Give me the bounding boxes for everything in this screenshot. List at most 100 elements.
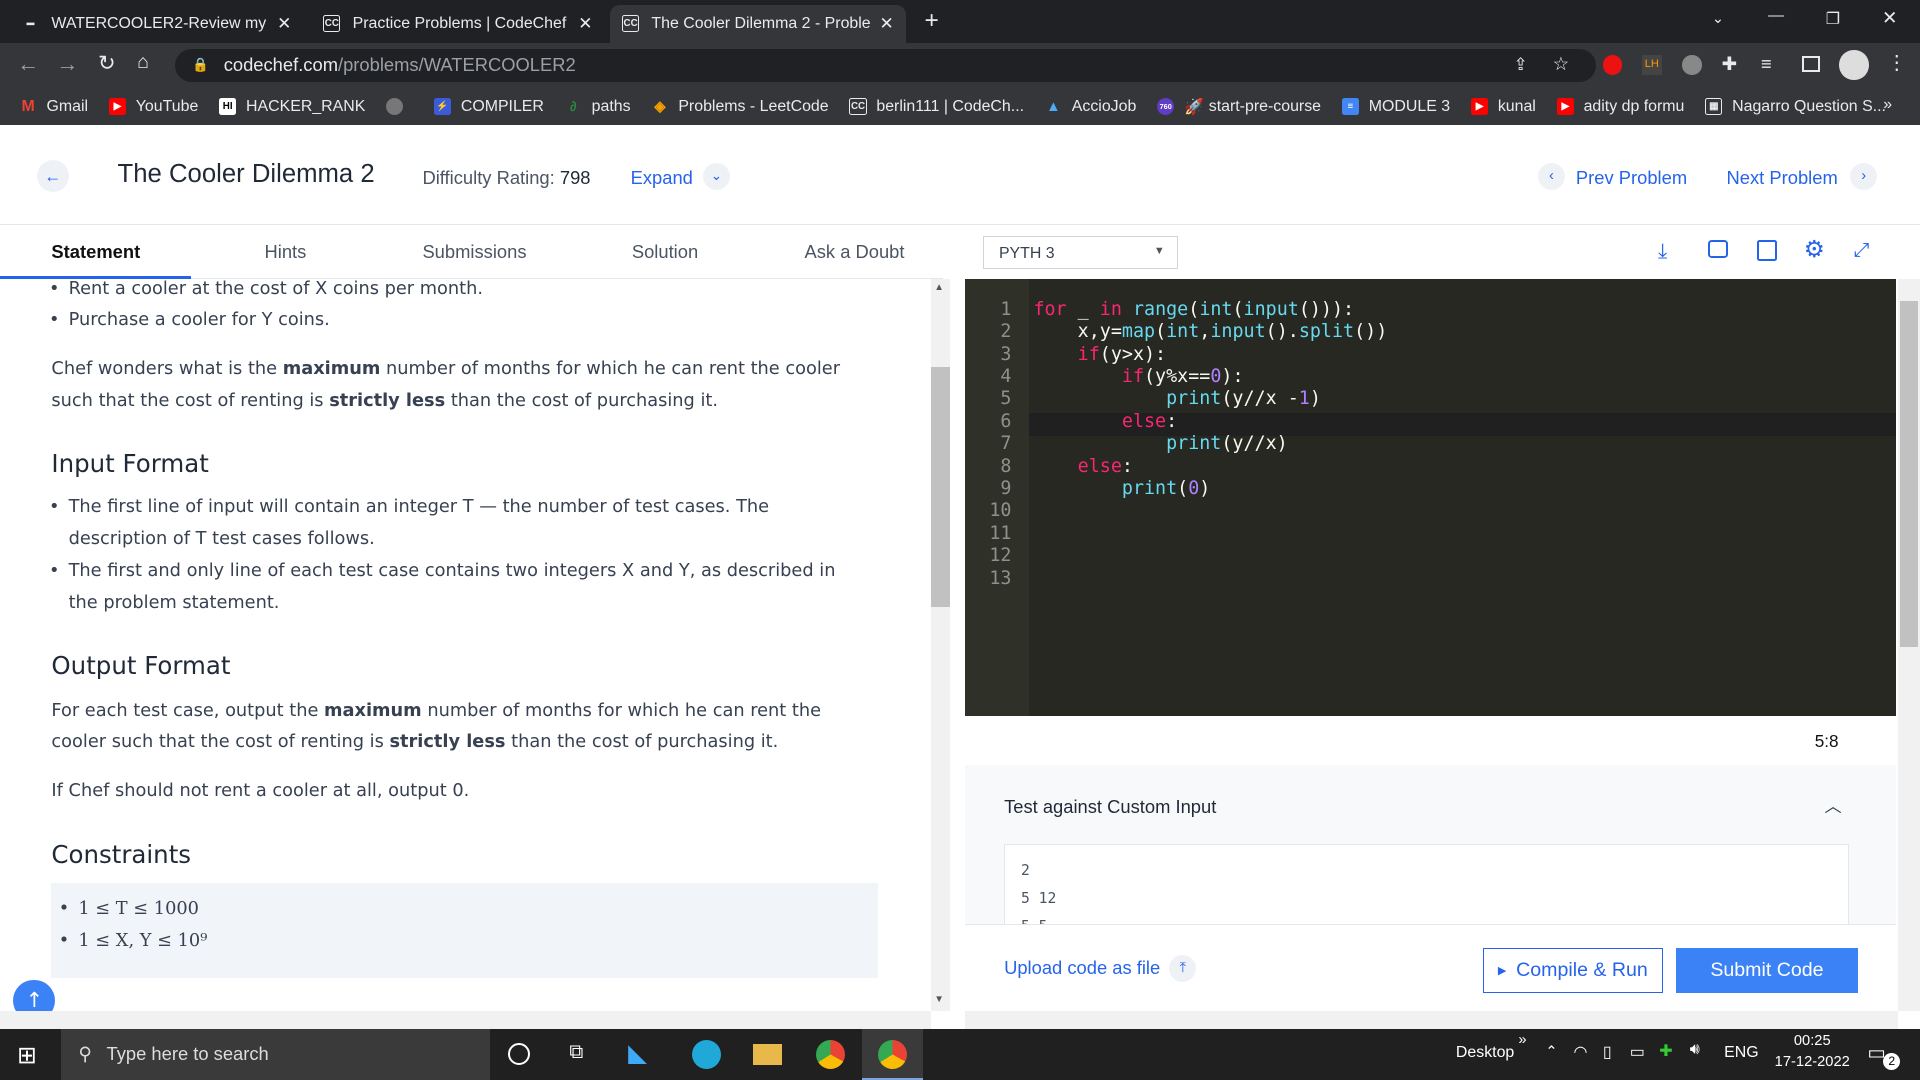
forward-icon[interactable]: →	[56, 51, 78, 77]
bookmark-kunal[interactable]: ▶ kunal	[1470, 98, 1536, 116]
bookmark-codechef[interactable]: CC berlin111 | CodeCh...	[849, 98, 1024, 116]
home-icon[interactable]: ⌂	[137, 51, 149, 74]
collapse-chevron-icon[interactable]: ︿	[1824, 792, 1841, 817]
browser-tab-3[interactable]: CC The Cooler Dilemma 2 - Problem ✕	[609, 4, 907, 43]
bookmark-compiler[interactable]: ⚡ COMPILER	[433, 98, 544, 116]
security-icon[interactable]: ✚	[1659, 1041, 1672, 1061]
chevron-left-icon[interactable]: ‹	[1537, 162, 1565, 190]
side-panel-icon[interactable]	[1802, 56, 1820, 73]
compile-run-button[interactable]: ▶ Compile & Run	[1482, 947, 1663, 993]
toolbar-expand-icon[interactable]: »	[1518, 1032, 1526, 1048]
next-problem-button[interactable]: Next Problem	[1727, 167, 1838, 189]
network-icon[interactable]: ▭	[1630, 1042, 1645, 1062]
scrollbar-thumb[interactable]	[1900, 301, 1918, 647]
chrome-icon[interactable]	[815, 1039, 845, 1069]
statement-bullet-rent: Rent a cooler at the cost of X coins per…	[49, 279, 865, 306]
close-tab-icon[interactable]: ✕	[578, 13, 592, 34]
statement-scrollbar[interactable]: ▲ ▼	[930, 279, 951, 1012]
task-view-icon[interactable]: ⧉	[569, 1041, 583, 1064]
extension-icon[interactable]	[1602, 55, 1623, 75]
bookmark-acciojob[interactable]: ▲ AccioJob	[1045, 98, 1136, 116]
chevron-right-icon[interactable]: ›	[1850, 162, 1878, 190]
new-tab-icon[interactable]: +	[924, 7, 938, 35]
battery-icon[interactable]: ▯	[1603, 1042, 1612, 1062]
input-format-item: The first and only line of each test cas…	[49, 556, 865, 620]
reload-icon[interactable]: ↻	[98, 51, 115, 76]
submit-code-button[interactable]: Submit Code	[1676, 947, 1858, 993]
chevron-down-icon[interactable]: ⌄	[702, 162, 730, 190]
vscode-icon[interactable]: ◣	[628, 1038, 647, 1068]
show-hidden-icons-icon[interactable]: ⌃	[1545, 1043, 1557, 1060]
minimize-icon[interactable]: —	[1768, 7, 1784, 25]
tab-solution[interactable]: Solution	[632, 241, 698, 263]
upload-arrow-icon[interactable]: ⤒	[1169, 954, 1197, 982]
bookmark-paths[interactable]: ∂ paths	[565, 98, 631, 116]
bookmark-module3[interactable]: ≡ MODULE 3	[1341, 98, 1450, 116]
code-editor[interactable]: 1 2 3 4 5 6 7 8 9 10 11 12 13 for _ in range(int(inp…	[964, 279, 1896, 717]
back-icon[interactable]: ←	[17, 51, 39, 77]
prev-problem-button[interactable]: Prev Problem	[1576, 167, 1687, 189]
profile-avatar[interactable]	[1839, 50, 1869, 80]
cortana-icon[interactable]	[508, 1043, 531, 1066]
editor-scrollbar[interactable]	[1897, 279, 1920, 1012]
extension-icon[interactable]	[1682, 55, 1703, 75]
settings-gear-icon[interactable]: ⚙	[1804, 236, 1825, 263]
fullscreen-icon[interactable]: ⤢	[1854, 239, 1870, 262]
extensions-puzzle-icon[interactable]: ✚	[1722, 53, 1737, 75]
download-icon[interactable]: ⤓	[1658, 240, 1667, 264]
tab-statement[interactable]: Statement	[51, 241, 140, 263]
file-explorer-icon[interactable]	[753, 1044, 783, 1066]
horizontal-scrollbar[interactable]	[0, 1011, 931, 1029]
wifi-icon[interactable]: ◠	[1573, 1042, 1587, 1062]
desktop-toolbar[interactable]: Desktop	[1456, 1044, 1514, 1062]
line-number: 13	[989, 567, 1012, 589]
chrome-icon	[877, 1039, 908, 1069]
menu-kebab-icon[interactable]: ⋮	[1887, 51, 1907, 75]
tab-search-icon[interactable]: ⌄	[1712, 10, 1724, 27]
bookmark-nagarro[interactable]: ▦ Nagarro Question S...	[1705, 98, 1886, 116]
language-select[interactable]: PYTH 3 ▼	[983, 236, 1178, 270]
close-window-icon[interactable]: ✕	[1882, 7, 1897, 29]
chrome-active-app[interactable]	[862, 1028, 924, 1080]
bookmark-hackerrank[interactable]: HI HACKER_RANK	[219, 98, 365, 116]
edge-icon[interactable]	[691, 1039, 722, 1069]
bookmark-leetcode[interactable]: ◈ Problems - LeetCode	[651, 98, 828, 116]
reading-list-icon[interactable]: ≡	[1761, 53, 1772, 75]
clock[interactable]: 00:25 17-12-2022	[1773, 1033, 1851, 1070]
editor-horizontal-scrollbar[interactable]	[964, 1011, 1898, 1029]
browser-tab-1[interactable]: ━WATERCOOLER2-Review my cod✕	[10, 5, 304, 43]
browser-tab-bar: ━WATERCOOLER2-Review my cod✕ CCPractice …	[0, 0, 1920, 43]
expand-button[interactable]: Expand	[631, 167, 693, 189]
scroll-top-button[interactable]: ↑	[13, 979, 56, 1012]
restore-icon[interactable]: ❐	[1826, 9, 1840, 29]
share-icon[interactable]: ⇪	[1513, 54, 1527, 75]
url-bar[interactable]: 🔒 codechef.com/problems/WATERCOOLER2	[175, 48, 1596, 82]
tab-submissions[interactable]: Submissions	[422, 241, 526, 263]
bookmark-adity-dp[interactable]: ▶ adity dp formu	[1556, 98, 1684, 116]
custom-input-textarea[interactable]: 2 5 12 5 5	[1004, 843, 1849, 930]
close-tab-icon[interactable]: ✕	[880, 13, 894, 34]
bookmark-star-icon[interactable]: ☆	[1553, 53, 1569, 75]
bookmark-youtube[interactable]: ▶ YouTube	[108, 98, 198, 116]
windows-start-icon[interactable]: ⊞	[17, 1042, 36, 1069]
browser-tab-2[interactable]: CC Practice Problems | CodeChef ✕	[311, 5, 605, 43]
input-format-heading: Input Format	[51, 449, 209, 479]
upload-code-button[interactable]: Upload code as file	[1004, 957, 1160, 979]
save-icon[interactable]	[1757, 240, 1777, 261]
scroll-down-icon[interactable]: ▼	[934, 994, 944, 1005]
bookmark-gmail[interactable]: M Gmail	[20, 98, 89, 116]
input-language[interactable]: ENG	[1724, 1044, 1758, 1062]
volume-icon[interactable]: 🔊︎	[1690, 1041, 1700, 1059]
close-tab-icon[interactable]: ✕	[277, 13, 291, 34]
tab-ask-a-doubt[interactable]: Ask a Doubt	[804, 241, 904, 263]
more-bookmarks-icon[interactable]: »	[1883, 96, 1892, 114]
scrollbar-thumb[interactable]	[930, 367, 951, 608]
taskbar-search[interactable]: ⚲ Type here to search	[61, 1028, 490, 1080]
tab-hints[interactable]: Hints	[264, 241, 306, 263]
lighthouse-extension-icon[interactable]: LH	[1642, 55, 1662, 75]
bookmark-start-pre-course[interactable]: 760 🚀 start-pre-course	[1157, 97, 1321, 117]
back-arrow-icon[interactable]: ←	[36, 160, 69, 193]
bookmark-globe[interactable]	[386, 97, 413, 116]
scroll-up-icon[interactable]: ▲	[934, 282, 944, 293]
comment-icon[interactable]	[1708, 240, 1728, 259]
